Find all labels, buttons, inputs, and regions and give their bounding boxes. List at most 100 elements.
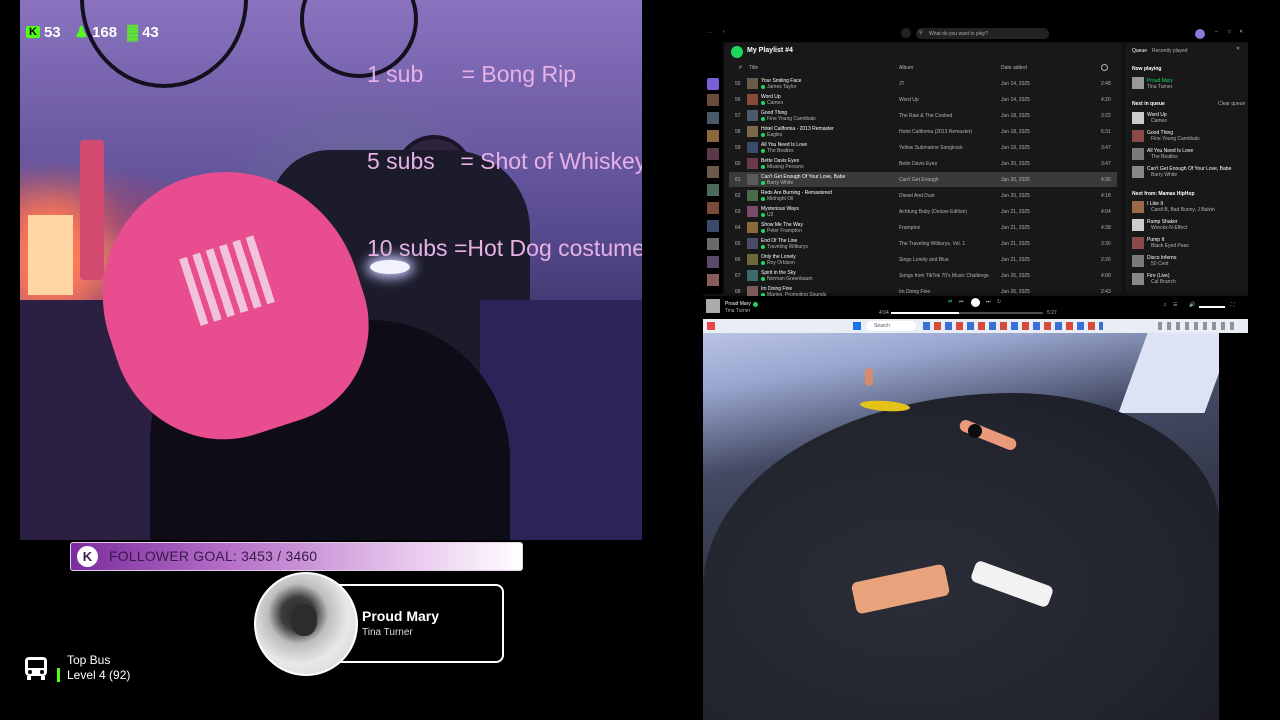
play-button[interactable]	[731, 46, 743, 58]
follower-goal-bar: K FOLLOWER GOAL: 3453 / 3460	[70, 542, 523, 571]
album-art	[254, 572, 358, 676]
toy-3-ball	[968, 424, 982, 438]
track-number: 58	[735, 129, 741, 135]
shuffle-icon[interactable]: ⇄	[948, 299, 952, 305]
sidebar-playlist-3[interactable]	[707, 130, 719, 142]
repeat-icon[interactable]: ↻	[997, 299, 1001, 305]
track-art	[747, 94, 758, 105]
track-date: Jun 18, 2025	[1001, 113, 1030, 119]
track-row[interactable]: 59 All You Need Is Love The Beatles Yellow …	[729, 140, 1117, 155]
downloaded-icon	[761, 245, 765, 249]
weather-icon[interactable]	[707, 322, 715, 330]
menu-dots-icon[interactable]: ⋯	[707, 30, 712, 36]
close-icon[interactable]: ✕	[1239, 29, 1243, 35]
sidebar-playlist-2[interactable]	[707, 112, 719, 124]
track-artist: Cameo	[767, 100, 784, 106]
track-row[interactable]: 60 Bette Davis Eyes Missing Persons Bette D…	[729, 156, 1117, 171]
sidebar-playlist-8[interactable]	[707, 220, 719, 232]
player-bar: Proud Mary Tina Turner ⇄ ⏮ ⏭ ↻ 4:04 5:27…	[703, 296, 1248, 318]
sidebar-playlist-7[interactable]	[707, 202, 719, 214]
back-icon[interactable]: ‹	[723, 29, 725, 35]
downloaded-icon	[761, 165, 765, 169]
queue-item-artist: 50 Cent	[1151, 261, 1169, 267]
taskbar-search[interactable]: Search	[866, 321, 916, 331]
track-album: Songs from TikTok 70's Music Challenge	[899, 273, 989, 279]
track-duration: 2:43	[1101, 289, 1111, 295]
track-art	[747, 254, 758, 265]
sidebar-playlist-11[interactable]	[707, 274, 719, 286]
track-date: Jun 21, 2025	[1001, 257, 1030, 263]
track-number: 66	[735, 257, 741, 263]
tab-queue[interactable]: Queue	[1132, 48, 1147, 54]
track-art	[747, 78, 758, 89]
sidebar-playlist-5[interactable]	[707, 166, 719, 178]
liked-songs-icon[interactable]	[707, 78, 719, 90]
progress-track[interactable]	[891, 312, 1043, 314]
tab-recently-played[interactable]: Recently played	[1152, 48, 1188, 54]
progress-fill	[891, 312, 960, 314]
system-tray[interactable]	[1158, 322, 1238, 330]
track-album: Im Doing Fine	[899, 289, 931, 295]
track-row[interactable]: 58 Hotel California - 2013 Remaster Eagles…	[729, 124, 1117, 139]
minimize-icon[interactable]: –	[1215, 29, 1218, 35]
windows-start-icon[interactable]	[853, 322, 861, 330]
track-artist: Barry White	[767, 180, 794, 186]
downloaded-icon	[761, 277, 765, 281]
sidebar-playlist-10[interactable]	[707, 256, 719, 268]
downloaded-icon	[761, 117, 765, 121]
track-row[interactable]: 62 Reds Are Burning - Remastered Midnight …	[729, 188, 1117, 203]
bars-icon: ▓	[127, 23, 139, 41]
track-album: Can't Get Enough	[899, 177, 939, 183]
track-row[interactable]: 65 End Of The Line Traveling Wilburys The T…	[729, 236, 1117, 251]
sidebar-playlist-1[interactable]	[707, 94, 719, 106]
sidebar-playlist-6[interactable]	[707, 184, 719, 196]
next-icon[interactable]: ⏭	[986, 299, 991, 305]
pause-button[interactable]	[971, 298, 980, 307]
level-text: Level 4	[67, 668, 106, 682]
track-row[interactable]: 55 Your Smiling Face James Taylor JT Jun 14,…	[729, 76, 1117, 91]
track-date: Jun 20, 2025	[1001, 177, 1030, 183]
track-row[interactable]: 61 Can't Get Enough Of Your Love, Babe Bar…	[729, 172, 1117, 187]
queue-item-artist: The Beatles	[1151, 154, 1178, 160]
track-row[interactable]: 66 Only the Lonely Roy Orbison Sings Lonely…	[729, 252, 1117, 267]
track-album: Frampton	[899, 225, 921, 231]
track-number: 61	[735, 177, 741, 183]
now-playing-artist: Tina Turner	[362, 627, 413, 638]
queue-now-artist: Tina Turner	[1147, 84, 1173, 90]
track-row[interactable]: 56 Word Up Cameo Word Up Jun 14, 2025 4:20	[729, 92, 1117, 107]
windows-taskbar: Search	[703, 319, 1248, 333]
track-art	[747, 126, 758, 137]
search-box[interactable]: ⚲ What do you want to play?	[916, 28, 1049, 39]
sidebar-playlist-4[interactable]	[707, 148, 719, 160]
queue-item-artist: Black Eyed Peas	[1151, 243, 1189, 249]
player-title: Proud Mary	[725, 301, 751, 307]
saved-check-icon[interactable]	[753, 302, 758, 307]
track-row[interactable]: 63 Mysterious Ways U2 Achtung Baby (Deluxe …	[729, 204, 1117, 219]
previous-icon[interactable]: ⏮	[959, 299, 964, 305]
track-art	[747, 222, 758, 233]
search-placeholder: What do you want to play?	[929, 31, 988, 37]
home-icon[interactable]	[901, 28, 911, 38]
maximize-icon[interactable]: □	[1228, 29, 1231, 35]
queue-item-art	[1132, 237, 1144, 249]
volume-slider[interactable]	[1199, 306, 1225, 308]
track-row[interactable]: 64 Show Me The Way Peter Frampton Frampton J…	[729, 220, 1117, 235]
track-duration: 3:22	[1101, 113, 1111, 119]
queue-item-art	[1132, 273, 1144, 285]
lyrics-icon[interactable]: ♫	[1163, 302, 1167, 308]
track-row[interactable]: 57 Good Thing Fine Young Cannibals The Raw …	[729, 108, 1117, 123]
taskbar-search-label: Search	[874, 323, 890, 329]
track-number: 62	[735, 193, 741, 199]
next-from-label: Next from: Mamas HipHop	[1132, 191, 1195, 197]
volume-icon[interactable]: 🔊	[1189, 302, 1195, 308]
track-row[interactable]: 67 Spirit in the Sky Norman Greenbaum Songs…	[729, 268, 1117, 283]
clear-queue-button[interactable]: Clear queue	[1218, 101, 1245, 107]
queue-icon[interactable]: ☰	[1173, 302, 1177, 308]
track-artist: Roy Orbison	[767, 260, 795, 266]
track-art	[747, 190, 758, 201]
avatar[interactable]	[1195, 29, 1205, 39]
taskbar-apps[interactable]	[923, 322, 1103, 330]
fullscreen-icon[interactable]: ⛶	[1231, 302, 1235, 308]
sidebar-playlist-9[interactable]	[707, 238, 719, 250]
close-queue-icon[interactable]: ✕	[1236, 46, 1240, 52]
